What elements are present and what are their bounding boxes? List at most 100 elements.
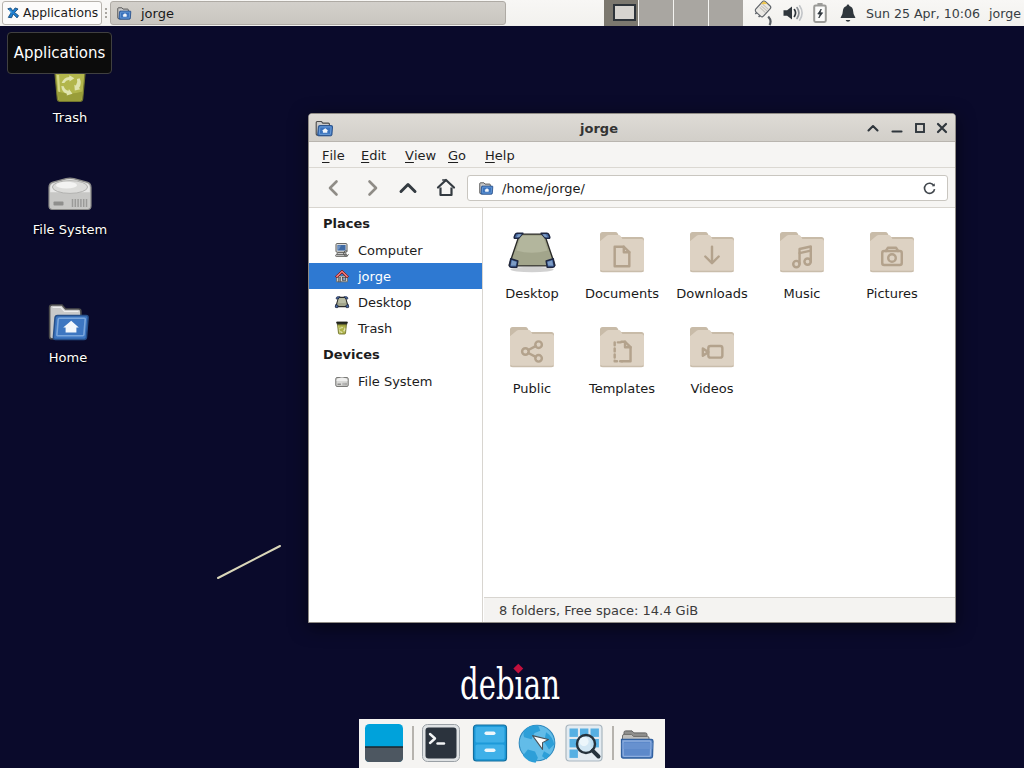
- sidebar-item-label: File System: [358, 374, 432, 389]
- terminal-launcher[interactable]: [421, 723, 461, 763]
- workspace-switcher: [604, 0, 743, 26]
- up-button[interactable]: [396, 176, 420, 200]
- window-icon: [314, 118, 334, 138]
- downloads-folder-icon: [686, 224, 738, 276]
- home-folder-icon: [44, 298, 92, 346]
- home-icon: [334, 268, 350, 284]
- menu-edit[interactable]: Edit: [361, 142, 386, 168]
- volume-icon[interactable]: [781, 0, 803, 26]
- shade-button[interactable]: [865, 120, 881, 136]
- drive-icon: [334, 373, 350, 389]
- workspace-window-miniature: [613, 4, 636, 21]
- desktop-icon-home[interactable]: Home: [20, 298, 116, 365]
- side-pane: Places Computer jorge: [309, 208, 483, 622]
- applications-menu-label: Applications: [23, 6, 98, 20]
- back-button[interactable]: [322, 176, 346, 200]
- notifications-icon[interactable]: [838, 0, 858, 26]
- statusbar: 8 folders, Free space: 14.4 GiB: [484, 597, 955, 622]
- statusbar-text: 8 folders, Free space: 14.4 GiB: [499, 603, 698, 618]
- file-videos[interactable]: Videos: [670, 319, 754, 396]
- location-path[interactable]: /home/jorge/: [502, 181, 585, 196]
- file-label: Desktop: [505, 286, 559, 301]
- file-label: Music: [784, 286, 821, 301]
- window-title: jorge: [479, 114, 719, 142]
- show-desktop-button[interactable]: [364, 723, 404, 763]
- menu-help[interactable]: Help: [485, 142, 515, 168]
- file-documents[interactable]: Documents: [580, 224, 664, 301]
- file-pictures[interactable]: Pictures: [850, 224, 934, 301]
- sidebar-item-label: jorge: [358, 269, 391, 284]
- debian-logo: debıan: [460, 663, 620, 707]
- location-folder-icon: [478, 180, 494, 196]
- directory-menu-button[interactable]: [619, 723, 659, 763]
- menubar: File Edit View Go Help: [309, 142, 955, 168]
- file-templates[interactable]: Templates: [580, 319, 664, 396]
- close-button[interactable]: [934, 120, 950, 136]
- places-header: Places: [323, 210, 370, 236]
- location-bar[interactable]: /home/jorge/: [467, 175, 948, 201]
- workspace-2[interactable]: [639, 0, 674, 26]
- workspace-4[interactable]: [709, 0, 743, 26]
- taskbar-button-jorge[interactable]: jorge: [110, 1, 506, 25]
- file-manager-launcher[interactable]: [470, 723, 510, 763]
- sidebar-item-label: Trash: [358, 321, 392, 336]
- desktop-icon-file-system[interactable]: File System: [22, 170, 118, 237]
- workspace-1[interactable]: [604, 0, 639, 26]
- desktop-screen: Trash File System Home debıan jorge: [0, 0, 1024, 768]
- sidebar-item-computer[interactable]: Computer: [309, 237, 482, 263]
- menu-file[interactable]: File: [322, 142, 345, 168]
- minimize-button[interactable]: [889, 120, 905, 136]
- app-finder-launcher[interactable]: [564, 723, 604, 763]
- desktop-icon: [334, 294, 350, 310]
- forward-button[interactable]: [360, 176, 384, 200]
- bottom-dock: [359, 719, 665, 768]
- user-menu[interactable]: jorge: [989, 0, 1021, 26]
- documents-folder-icon: [596, 224, 648, 276]
- menu-go[interactable]: Go: [448, 142, 466, 168]
- web-browser-launcher[interactable]: [514, 723, 560, 763]
- pictures-folder-icon: [866, 224, 918, 276]
- applications-tooltip: Applications: [7, 32, 112, 74]
- file-label: Templates: [589, 381, 655, 396]
- desktop-icon-label: Trash: [53, 110, 87, 125]
- debian-logo-text: debıan: [460, 663, 560, 706]
- file-label: Videos: [690, 381, 733, 396]
- applications-menu-button[interactable]: Applications: [2, 1, 102, 25]
- panel-handle[interactable]: [103, 0, 109, 26]
- home-button[interactable]: [434, 176, 458, 200]
- file-label: Downloads: [676, 286, 747, 301]
- workspace-3[interactable]: [674, 0, 709, 26]
- sidebar-item-trash[interactable]: Trash: [309, 315, 482, 341]
- sidebar-item-label: Computer: [358, 243, 423, 258]
- templates-folder-icon: [596, 319, 648, 371]
- top-panel: Applications jorge: [0, 0, 1024, 26]
- maximize-button[interactable]: [912, 120, 928, 136]
- battery-icon[interactable]: [810, 0, 830, 26]
- taskbar-button-label: jorge: [141, 6, 174, 21]
- tooltip-text: Applications: [14, 44, 106, 62]
- file-music[interactable]: Music: [760, 224, 844, 301]
- sidebar-item-file-system[interactable]: File System: [309, 368, 482, 394]
- file-label: Pictures: [866, 286, 917, 301]
- clock[interactable]: Sun 25 Apr, 10:06: [866, 0, 980, 26]
- file-desktop[interactable]: Desktop: [490, 224, 574, 301]
- task-window-icon: [116, 5, 132, 21]
- reload-icon[interactable]: [922, 181, 937, 196]
- power-manager-icon[interactable]: [752, 0, 773, 26]
- file-downloads[interactable]: Downloads: [670, 224, 754, 301]
- window-titlebar[interactable]: jorge: [309, 114, 955, 142]
- desktop-icon: [506, 224, 558, 276]
- desktop-icon-label: Home: [49, 350, 87, 365]
- xfce-logo-icon: [6, 6, 20, 20]
- trash-icon: [334, 320, 350, 336]
- public-folder-icon: [506, 319, 558, 371]
- videos-folder-icon: [686, 319, 738, 371]
- sidebar-item-jorge[interactable]: jorge: [309, 263, 482, 289]
- toolbar: /home/jorge/: [309, 168, 955, 208]
- sidebar-item-desktop[interactable]: Desktop: [309, 289, 482, 315]
- file-view: Desktop Documents Downloads: [484, 208, 955, 597]
- file-public[interactable]: Public: [490, 319, 574, 396]
- menu-view[interactable]: View: [405, 142, 436, 168]
- file-label: Documents: [585, 286, 659, 301]
- desktop-icon-label: File System: [33, 222, 107, 237]
